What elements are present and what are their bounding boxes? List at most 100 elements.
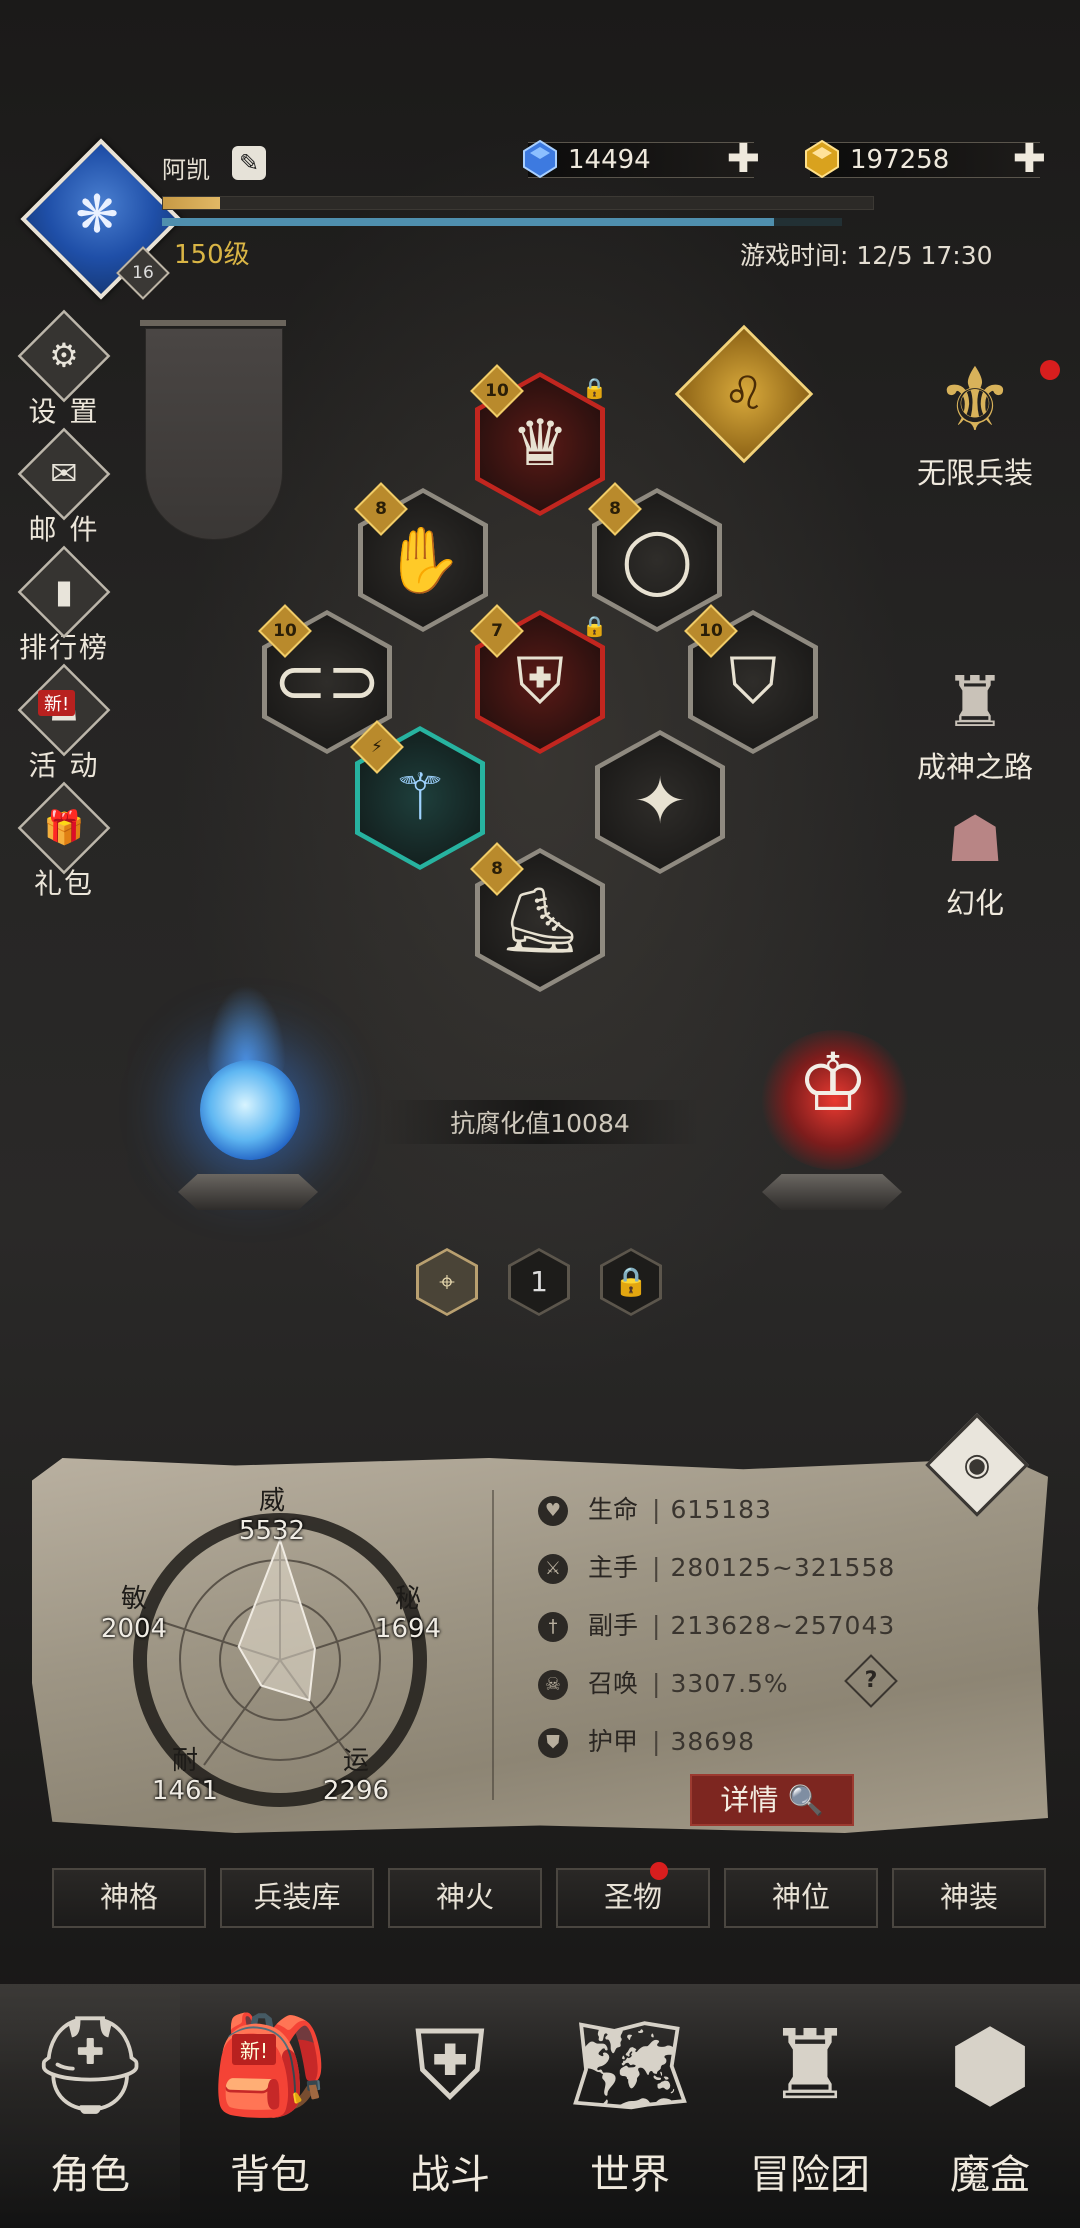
details-button[interactable]: 详情 🔍 [690, 1774, 854, 1826]
avatar-level-text: 16 [132, 263, 154, 283]
gift-icon: 🎁 [17, 781, 111, 875]
add-blue-currency-button[interactable]: ✚ [726, 137, 760, 181]
tab-divine-rank[interactable]: 神位 [724, 1868, 878, 1928]
menu-mail[interactable]: ✉ 邮 件 [12, 427, 116, 548]
mail-icon: ✉ [17, 427, 111, 521]
gear-icon: ⚙ [17, 309, 111, 403]
tab-divinity[interactable]: 神格 [52, 1868, 206, 1928]
add-gold-currency-button[interactable]: ✚ [1012, 137, 1046, 181]
lock-icon: 🔒 [603, 1251, 659, 1313]
stat-separator: | [652, 1553, 661, 1582]
exp-bar [162, 196, 874, 210]
blue-spirit-orb[interactable] [200, 1060, 300, 1160]
stat-separator: | [652, 1611, 661, 1640]
tab-arsenal[interactable]: 兵装库 [220, 1868, 374, 1928]
crown-tier-text: 10 [485, 381, 509, 401]
stat-hp-value: 615183 [670, 1495, 772, 1524]
nav-battle[interactable]: ⛨ 战斗 [360, 1984, 540, 2228]
armor-stat-icon: ⛊ [538, 1728, 568, 1758]
equip-slot-shuriken[interactable]: ✦ [595, 730, 725, 874]
radar-mi-label: 秘 [394, 1584, 421, 1614]
backpack-new-badge: 新! [232, 2034, 277, 2065]
left-pedestal [178, 1174, 318, 1210]
pager-location[interactable]: ⌖ [416, 1248, 478, 1316]
book-icon: ◉ [963, 1447, 991, 1483]
ranking-icon: ▮ [17, 545, 111, 639]
location-pin-icon: ⌖ [419, 1251, 475, 1313]
sword-icon: ⚔ [538, 1554, 568, 1584]
radar-yun-value: 2296 [322, 1776, 390, 1806]
menu-event[interactable]: ☗ 新! 活 动 [12, 663, 116, 784]
shuriken-icon: ✦ [600, 735, 720, 869]
currency-blue-amount: 14494 [568, 145, 651, 175]
stat-separator: | [652, 1495, 661, 1524]
stat-separator: | [652, 1727, 661, 1756]
dagger-icon: † [538, 1612, 568, 1642]
tab-relic[interactable]: 圣物 [556, 1868, 710, 1928]
menu-path-to-godhood[interactable]: ♜ 成神之路 [880, 660, 1070, 786]
stat-summon-label: 召唤 [588, 1669, 639, 1698]
player-name: 阿凯 [162, 156, 210, 184]
event-new-badge: 新! [38, 690, 76, 716]
nav-backpack[interactable]: 🎒 新! 背包 [180, 1984, 360, 2228]
blue-crystal-icon [523, 139, 557, 179]
currency-gold-amount: 197258 [850, 145, 950, 175]
lock-icon: 🔒 [582, 614, 607, 638]
stat-summon-value: 3307.5% [670, 1669, 789, 1698]
pager-page-1[interactable]: 1 [508, 1248, 570, 1316]
gauntlet-tier-text: 8 [375, 499, 387, 519]
menu-settings[interactable]: ⚙ 设 置 [12, 309, 116, 430]
radar-wei-value: 5532 [238, 1516, 306, 1546]
menu-gift[interactable]: 🎁 礼包 [12, 781, 116, 902]
menu-ranking[interactable]: ▮ 排行榜 [12, 545, 116, 666]
stat-row-summon: ☠ 召唤 | 3307.5% [538, 1664, 789, 1704]
radar-nai-label: 耐 [171, 1746, 198, 1776]
radar-nai-value: 1461 [151, 1776, 219, 1806]
lightning-icon: ⚡ [371, 737, 383, 757]
currency-blue: 14494 ✚ [523, 137, 760, 181]
avatar-emblem-icon: ❋ [75, 185, 119, 245]
game-time: 游戏时间: 12/5 17:30 [740, 241, 993, 270]
tab-divine-fire[interactable]: 神火 [388, 1868, 542, 1928]
lion-crest-button[interactable]: ♌ [674, 324, 814, 464]
radar-min-label: 敏 [120, 1584, 147, 1614]
menu-path-to-godhood-label: 成神之路 [916, 750, 1033, 784]
stat-offhand-label: 副手 [588, 1611, 639, 1640]
stat-armor-value: 38698 [670, 1727, 755, 1756]
heart-icon: ♥ [538, 1496, 568, 1526]
menu-transmog[interactable]: ☗ 幻化 [880, 800, 1070, 922]
pager-locked[interactable]: 🔒 [600, 1248, 662, 1316]
nav-adventure-team[interactable]: ♜ 冒险团 [720, 1984, 900, 2228]
notification-dot [650, 1862, 668, 1880]
right-pedestal [762, 1174, 902, 1210]
radar-mi: 秘 1694 [358, 1584, 458, 1644]
radar-yun: 运 2296 [306, 1746, 406, 1806]
nav-character[interactable]: ⛑ 角色 [0, 1984, 180, 2228]
lion-icon: ♌ [723, 367, 765, 421]
radar-yun-label: 运 [342, 1746, 369, 1776]
nav-world-label: 世界 [590, 2152, 670, 2198]
radar-wei: 威 5532 [222, 1486, 322, 1546]
nav-magic-box-label: 魔盒 [950, 2152, 1030, 2198]
stat-armor-label: 护甲 [588, 1727, 639, 1756]
boots-tier-text: 8 [491, 859, 503, 879]
helmet-icon: ⛑ [29, 2009, 151, 2121]
radar-min-value: 2004 [100, 1614, 168, 1644]
backpack-icon: 🎒 [210, 2009, 330, 2121]
stat-row-armor: ⛊ 护甲 | 38698 [538, 1722, 755, 1762]
guild-banner[interactable] [145, 328, 283, 540]
corruption-resist-label: 抗腐化值10084 [380, 1100, 700, 1144]
secondary-progress-fill [162, 218, 774, 226]
details-button-label: 详情 [720, 1783, 779, 1817]
summon-beast-icon: ☠ [538, 1670, 568, 1700]
help-icon: ? [864, 1668, 878, 1693]
nav-character-label: 角色 [50, 2152, 130, 2198]
winged-helmet-icon: ♜ [943, 661, 1007, 743]
currency-gold: 197258 ✚ [805, 137, 1046, 181]
nav-world[interactable]: 🗺 世界 [540, 1984, 720, 2228]
red-crown-relic-icon[interactable]: ♔ [778, 1036, 888, 1129]
edit-name-button[interactable]: ✎ [232, 146, 266, 180]
castle-icon: ♜ [766, 2009, 854, 2121]
tab-divine-gear[interactable]: 神装 [892, 1868, 1046, 1928]
nav-magic-box[interactable]: ⬢ 魔盒 [900, 1984, 1080, 2228]
